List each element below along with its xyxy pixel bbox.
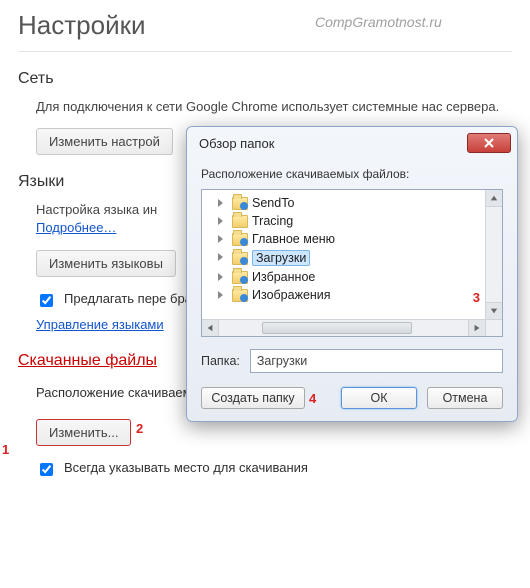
create-folder-button[interactable]: Создать папку xyxy=(201,387,305,409)
tree-item[interactable]: Tracing xyxy=(202,212,502,230)
tree-item[interactable]: Главное меню xyxy=(202,230,502,248)
expander-icon[interactable] xyxy=(216,290,226,300)
annotation-2: 2 xyxy=(136,421,143,436)
always-ask-location-label: Всегда указывать место для скачивания xyxy=(64,460,308,475)
tree-item-label: Загрузки xyxy=(252,250,310,266)
change-proxy-button[interactable]: Изменить настрой xyxy=(36,128,173,155)
watermark: CompGramotnost.ru xyxy=(315,14,442,30)
browse-folder-dialog: Обзор папок Расположение скачиваемых фай… xyxy=(186,126,518,422)
folder-tree[interactable]: SendTo Tracing Главное меню Загрузки Избранн… xyxy=(201,189,503,337)
folder-field-label: Папка: xyxy=(201,354,240,368)
folder-icon xyxy=(232,271,248,284)
tree-item[interactable]: Загрузки xyxy=(202,248,502,268)
change-download-location-button[interactable]: Изменить... xyxy=(36,419,131,446)
offer-translate-checkbox[interactable] xyxy=(40,294,53,307)
section-network-heading: Сеть xyxy=(18,70,512,88)
folder-icon xyxy=(232,215,248,228)
tree-item-label: Избранное xyxy=(252,270,315,284)
horizontal-scrollbar[interactable] xyxy=(202,319,502,336)
tree-item[interactable]: Избранное xyxy=(202,268,502,286)
dialog-title: Обзор папок xyxy=(199,136,274,151)
tree-item[interactable]: Изображения xyxy=(202,286,502,304)
tree-item[interactable]: SendTo xyxy=(202,194,502,212)
dialog-subtitle: Расположение скачиваемых файлов: xyxy=(201,167,503,181)
expander-icon[interactable] xyxy=(216,272,226,282)
always-ask-location-checkbox[interactable] xyxy=(40,463,53,476)
network-desc: Для подключения к сети Google Chrome исп… xyxy=(18,98,512,116)
folder-icon xyxy=(232,233,248,246)
scroll-left-button[interactable] xyxy=(202,320,219,336)
tree-item-label: Изображения xyxy=(252,288,331,302)
dialog-titlebar[interactable]: Обзор папок xyxy=(187,127,517,157)
folder-icon xyxy=(232,252,248,265)
vertical-scrollbar[interactable] xyxy=(485,190,502,319)
expander-icon[interactable] xyxy=(216,198,226,208)
scrollbar-thumb[interactable] xyxy=(262,322,412,334)
folder-icon xyxy=(232,197,248,210)
languages-desc: Настройка языка ин xyxy=(36,202,157,217)
expander-icon[interactable] xyxy=(216,234,226,244)
annotation-3: 3 xyxy=(473,290,480,305)
ok-button[interactable]: ОК xyxy=(341,387,417,409)
tree-item-label: SendTo xyxy=(252,196,294,210)
scroll-up-button[interactable] xyxy=(486,190,502,207)
learn-more-link[interactable]: Подробнее… xyxy=(36,220,116,235)
dialog-close-button[interactable] xyxy=(467,133,511,153)
scrollbar-corner xyxy=(485,319,502,336)
folder-name-input[interactable] xyxy=(250,349,503,373)
change-language-button[interactable]: Изменить языковы xyxy=(36,250,176,277)
cancel-button[interactable]: Отмена xyxy=(427,387,503,409)
tree-item-label: Главное меню xyxy=(252,232,335,246)
annotation-4: 4 xyxy=(309,391,316,406)
manage-languages-link[interactable]: Управление языками xyxy=(36,317,164,332)
scroll-down-button[interactable] xyxy=(486,302,502,319)
expander-icon[interactable] xyxy=(216,252,226,262)
close-icon xyxy=(484,138,494,148)
tree-item-label: Tracing xyxy=(252,214,293,228)
annotation-1: 1 xyxy=(2,442,9,457)
scroll-right-button[interactable] xyxy=(468,320,485,336)
folder-icon xyxy=(232,289,248,302)
expander-icon[interactable] xyxy=(216,216,226,226)
